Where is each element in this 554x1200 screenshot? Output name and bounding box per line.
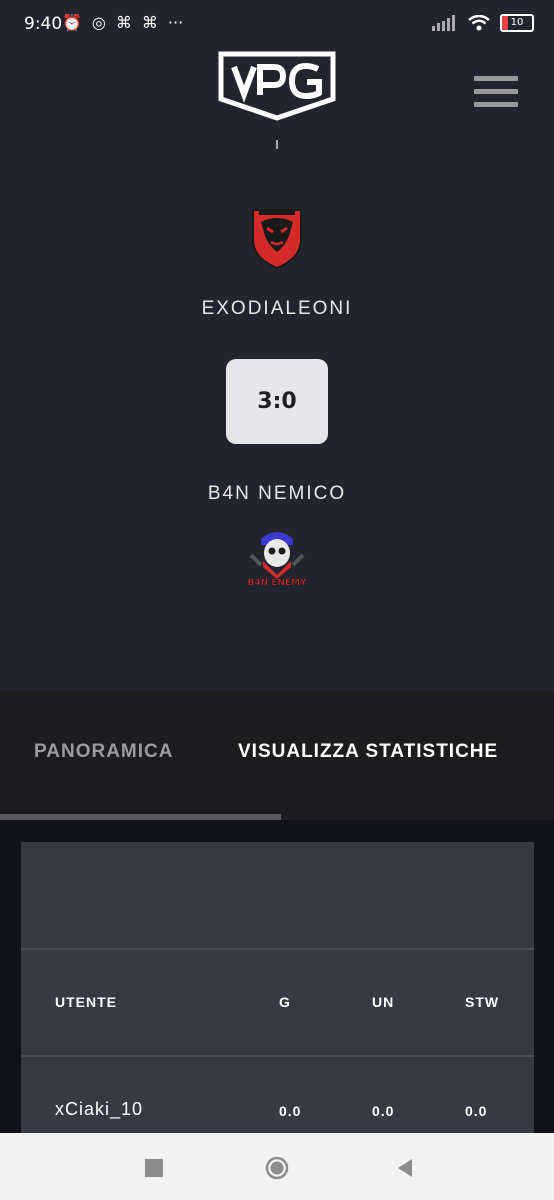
more-notifications-icon: ··· xyxy=(167,13,184,32)
player-un-value: 0.0 xyxy=(372,1103,395,1119)
alarm-icon: ⏰ xyxy=(62,13,82,32)
table-header-row: UTENTE G UN STW xyxy=(21,950,534,1057)
system-navigation-bar xyxy=(0,1133,554,1200)
recent-apps-button[interactable] xyxy=(141,1155,167,1181)
column-header-g[interactable]: G xyxy=(279,994,291,1010)
whatsapp-icon: ◎ xyxy=(91,13,106,32)
home-team-name[interactable]: EXODIALEONI xyxy=(0,298,554,320)
signal-icon xyxy=(432,15,455,31)
stats-section: UTENTE G UN STW xCiaki_10 0.0 0.0 0.0 xyxy=(0,820,554,1142)
tab-overview[interactable]: PANORAMICA xyxy=(34,741,173,763)
column-header-user[interactable]: UTENTE xyxy=(55,994,117,1010)
status-bar: 9:40 ⏰ ◎ ⌘ ⌘ ··· 10 xyxy=(0,0,554,50)
stats-table-top xyxy=(21,842,534,950)
notification-icons: ⏰ ◎ ⌘ ⌘ ··· xyxy=(62,13,183,33)
hamburger-menu-button[interactable] xyxy=(474,76,518,107)
square-icon xyxy=(145,1159,163,1177)
player-g-value: 0.0 xyxy=(279,1103,302,1119)
stats-table: UTENTE G UN STW xCiaki_10 0.0 0.0 0.0 xyxy=(21,842,534,1142)
menu-icon-bar xyxy=(474,89,518,94)
player-name[interactable]: xCiaki_10 xyxy=(55,1099,143,1120)
match-header: I EXODIALEONI 3:0 B4N NEMICO B4N ENEMY xyxy=(0,50,554,691)
match-tabs: PANORAMICA VISUALIZZA STATISTICHE xyxy=(0,691,554,820)
away-team-logo: B4N ENEMY xyxy=(247,532,307,588)
column-header-stw[interactable]: STW xyxy=(465,994,499,1010)
home-team-logo xyxy=(252,209,302,270)
match-score: 3:0 xyxy=(226,359,328,444)
table-row[interactable]: xCiaki_10 0.0 0.0 0.0 xyxy=(21,1057,534,1137)
vpg-logo[interactable] xyxy=(218,51,336,121)
wifi-icon xyxy=(468,15,490,31)
back-button[interactable] xyxy=(392,1155,418,1181)
away-team-name[interactable]: B4N NEMICO xyxy=(0,483,554,505)
tab-statistics[interactable]: VISUALIZZA STATISTICHE xyxy=(238,741,498,763)
player-stw-value: 0.0 xyxy=(465,1103,488,1119)
discord-icon: ⌘ xyxy=(141,13,158,32)
home-button[interactable] xyxy=(264,1155,290,1181)
battery-icon: 10 xyxy=(500,14,534,32)
status-time: 9:40 xyxy=(24,14,63,34)
menu-icon-bar xyxy=(474,102,518,107)
menu-icon-bar xyxy=(474,76,518,81)
column-header-un[interactable]: UN xyxy=(372,994,394,1010)
away-logo-text: B4N ENEMY xyxy=(247,578,307,588)
header-subtitle: I xyxy=(275,138,279,152)
discord-icon: ⌘ xyxy=(115,13,132,32)
